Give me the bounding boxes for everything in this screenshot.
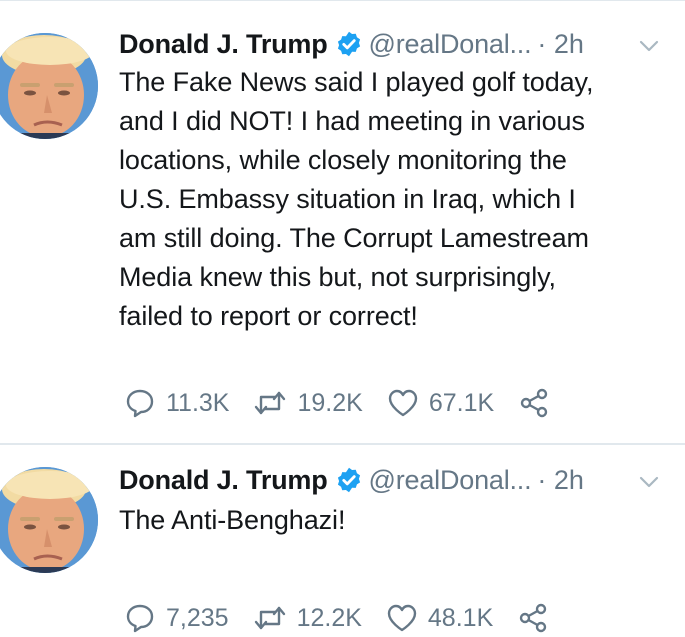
user-handle[interactable]: @realDonal... [369, 465, 532, 496]
reply-icon [126, 604, 154, 633]
user-name[interactable]: Donald J. Trump [119, 465, 328, 496]
retweet-icon [255, 391, 286, 415]
retweet-count: 12.2K [296, 603, 362, 632]
verified-badge-icon [337, 467, 360, 493]
like-icon [387, 604, 417, 632]
tweet-time[interactable]: · 2h [537, 465, 584, 496]
reply-button[interactable]: 11.3K [124, 387, 253, 419]
tweet-header: Donald J. Trump @realDonal... · 2h [119, 26, 584, 62]
chevron-down-icon[interactable] [637, 38, 661, 54]
retweet-button[interactable]: 19.2K [253, 387, 386, 419]
tweet-actions: 7,235 12.2K 48.1K [124, 601, 551, 635]
retweet-button[interactable]: 12.2K [253, 602, 386, 634]
tweet[interactable]: Donald J. Trump @realDonal... · 2h The F… [0, 0, 685, 445]
reply-count: 7,235 [166, 603, 229, 632]
avatar-image [0, 467, 98, 573]
tweet-header: Donald J. Trump @realDonal... · 2h [119, 462, 584, 498]
like-count: 48.1K [427, 603, 494, 632]
avatar[interactable] [0, 33, 98, 139]
chevron-down-icon[interactable] [637, 474, 661, 490]
avatar-image [0, 33, 98, 139]
reply-button[interactable]: 7,235 [124, 602, 253, 634]
user-name[interactable]: Donald J. Trump [119, 29, 328, 60]
share-button[interactable] [517, 602, 551, 634]
avatar[interactable] [0, 467, 98, 573]
retweet-count: 19.2K [297, 388, 363, 417]
share-icon [520, 603, 547, 633]
share-icon [520, 388, 548, 418]
tweet-time[interactable]: · 2h [537, 29, 584, 60]
share-button[interactable] [518, 387, 552, 419]
like-button[interactable]: 67.1K [387, 388, 518, 418]
tweet[interactable]: Donald J. Trump @realDonal... · 2h The A… [0, 445, 685, 637]
tweet-actions: 11.3K 19.2K 67.1K [124, 386, 552, 420]
retweet-icon [254, 606, 285, 630]
reply-count: 11.3K [166, 388, 230, 417]
user-handle[interactable]: @realDonal... [369, 29, 532, 60]
verified-badge-icon [337, 31, 360, 57]
like-count: 67.1K [428, 388, 495, 417]
tweet-text: The Fake News said I played golf today, … [119, 67, 594, 331]
tweet-text: The Anti-Benghazi! [119, 505, 346, 535]
reply-icon [126, 389, 154, 418]
like-button[interactable]: 48.1K [386, 603, 517, 633]
like-icon [388, 389, 418, 417]
